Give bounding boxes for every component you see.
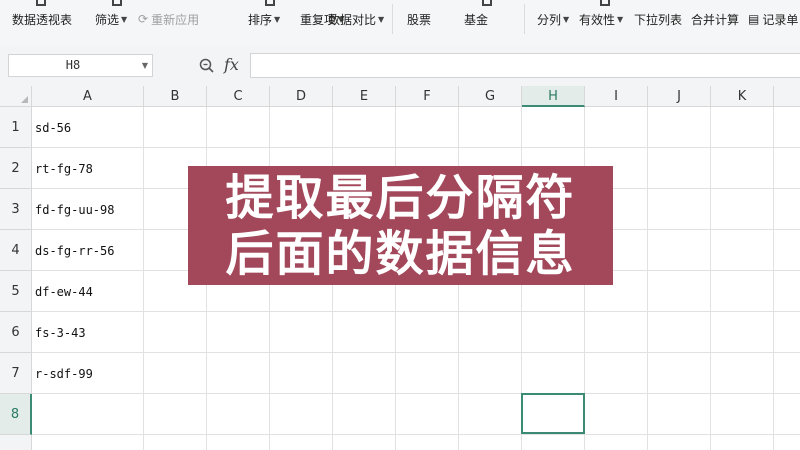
column-header-a[interactable]: A (32, 86, 144, 107)
consolidate-label: 合并计算 (691, 12, 740, 27)
record-icon: ▤ (748, 12, 760, 26)
split-column-button[interactable]: 分列 ▼ (537, 10, 569, 28)
column-header-b[interactable]: B (144, 86, 207, 107)
cell-a3[interactable]: fd-fg-uu-98 (35, 203, 114, 217)
stock-button[interactable]: 股票 (407, 10, 431, 28)
cell-a2[interactable]: rt-fg-78 (35, 162, 93, 176)
caption-banner: 提取最后分隔符 后面的数据信息 (188, 166, 613, 285)
row-header-4[interactable]: 4 (0, 230, 32, 271)
fund-button[interactable]: 基金 (464, 10, 488, 28)
pivot-table-button[interactable]: 数据透视表 (12, 10, 72, 28)
ribbon-toolbar: 数据透视表 筛选 ▼ ⟳ 重新应用 排序 ▼ 重复项 ▼ 数据对比 ▼ 股票 基金 分列 ▼… (0, 0, 800, 47)
stock-icon (482, 0, 492, 6)
gridline (32, 147, 800, 148)
ribbon-divider (524, 4, 525, 34)
row-header-6[interactable]: 6 (0, 312, 32, 353)
row-header-1[interactable]: 1 (0, 107, 32, 148)
chevron-down-icon: ▼ (121, 14, 128, 24)
dropdown-list-button[interactable]: 下拉列表 (634, 10, 682, 28)
row-header-5[interactable]: 5 (0, 271, 32, 312)
gridline (32, 393, 800, 394)
column-header-c[interactable]: C (207, 86, 270, 107)
filter-label: 筛选 (95, 12, 120, 27)
name-box-value: H8 (65, 58, 81, 72)
split-column-label: 分列 (537, 12, 562, 27)
caption-line-1: 提取最后分隔符 (225, 170, 576, 226)
pivot-table-label: 数据透视表 (12, 12, 73, 27)
row-header-7[interactable]: 7 (0, 353, 32, 394)
column-header-i[interactable]: I (585, 86, 648, 107)
caption-line-2: 后面的数据信息 (225, 226, 576, 282)
gridline (710, 107, 711, 450)
ribbon-divider (392, 4, 393, 34)
column-header-e[interactable]: E (333, 86, 396, 107)
sort-label: 排序 (248, 12, 273, 27)
dropdown-list-label: 下拉列表 (634, 12, 683, 27)
consolidate-button[interactable]: 合并计算 (691, 10, 739, 28)
fx-icon[interactable]: fx (224, 55, 239, 74)
column-header-h[interactable]: H (522, 86, 585, 107)
record-form-button[interactable]: ▤ 记录单 (748, 10, 798, 28)
row-header-8[interactable]: 8 (0, 394, 32, 435)
gridline (773, 107, 774, 450)
data-compare-button[interactable]: 数据对比 ▼ (328, 10, 384, 28)
record-form-label: 记录单 (762, 12, 799, 27)
gridline (32, 352, 800, 353)
row-header-3[interactable]: 3 (0, 189, 32, 230)
row-header-2[interactable]: 2 (0, 148, 32, 189)
cell-a6[interactable]: fs-3-43 (35, 326, 86, 340)
gridline (647, 107, 648, 450)
cell-a5[interactable]: df-ew-44 (35, 285, 93, 299)
name-box[interactable]: H8 ▼ (8, 54, 153, 77)
gridline (32, 311, 800, 312)
column-header-j[interactable]: J (648, 86, 711, 107)
formula-input[interactable] (250, 53, 800, 78)
data-compare-label: 数据对比 (328, 12, 377, 27)
column-header-g[interactable]: G (459, 86, 522, 107)
chevron-down-icon: ▼ (617, 14, 624, 24)
validity-button[interactable]: 有效性 ▼ (579, 10, 623, 28)
column-header-f[interactable]: F (396, 86, 459, 107)
column-header-next[interactable] (774, 86, 800, 107)
sort-button[interactable]: 排序 ▼ (248, 10, 280, 28)
reapply-label: 重新应用 (151, 12, 200, 27)
column-header-d[interactable]: D (270, 86, 333, 107)
filter-button[interactable]: 筛选 ▼ (95, 10, 127, 28)
row-header-next[interactable] (0, 435, 32, 450)
chevron-down-icon: ▼ (274, 14, 281, 24)
stock-label: 股票 (407, 12, 432, 27)
cell-a4[interactable]: ds-fg-rr-56 (35, 244, 114, 258)
gridline (143, 107, 144, 450)
selected-cell-h8[interactable] (521, 393, 585, 434)
fund-label: 基金 (464, 12, 489, 27)
sort-icon (265, 0, 275, 6)
reapply-button[interactable]: ⟳ 重新应用 (138, 10, 199, 28)
validity-label: 有效性 (579, 12, 616, 27)
gridline (32, 434, 800, 435)
filter-icon (112, 0, 122, 6)
validity-icon (600, 0, 610, 6)
chevron-down-icon: ▼ (378, 14, 385, 24)
pivot-table-icon (36, 0, 46, 6)
select-all-corner[interactable] (0, 86, 32, 107)
chevron-down-icon[interactable]: ▼ (142, 55, 148, 76)
cell-a1[interactable]: sd-56 (35, 121, 71, 135)
zoom-icon[interactable] (199, 58, 214, 73)
cell-a7[interactable]: r-sdf-99 (35, 367, 93, 381)
refresh-icon: ⟳ (138, 12, 149, 26)
chevron-down-icon: ▼ (563, 14, 570, 24)
column-header-k[interactable]: K (711, 86, 774, 107)
